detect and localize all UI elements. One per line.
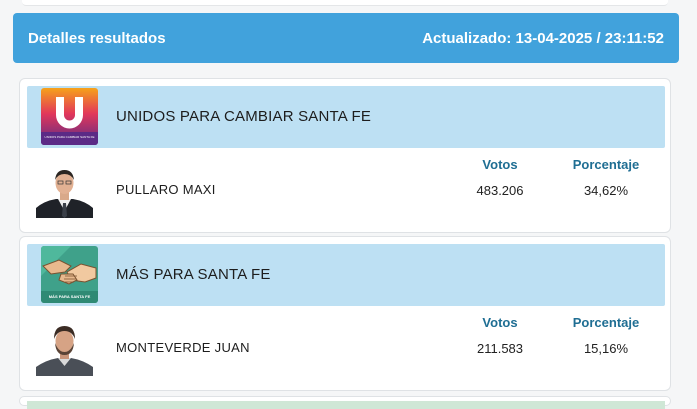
party-banner: UNIDOS PARA CAMBIAR SANTA FE UNIDOS PARA… [27, 86, 665, 148]
votes-value: 211.583 [476, 341, 524, 356]
header-title: Detalles resultados [28, 29, 166, 47]
candidate-name: PULLARO MAXI [116, 182, 216, 197]
handshake-logo-icon: MÁS PARA SANTA FE [41, 246, 98, 303]
percent-header: Porcentaje [572, 157, 640, 172]
last-updated: Actualizado: 13-04-2025 / 23:11:52 [422, 29, 664, 47]
candidate-name: MONTEVERDE JUAN [116, 340, 250, 355]
percent-value: 34,62% [583, 183, 629, 198]
handshake-logo-text: MÁS PARA SANTA FE [48, 294, 91, 299]
next-party-banner [27, 401, 665, 409]
percent-header: Porcentaje [572, 315, 640, 330]
result-card: MÁS PARA SANTA FE MÁS PARA SANTA FE MONT… [19, 236, 671, 391]
party-banner: MÁS PARA SANTA FE MÁS PARA SANTA FE [27, 244, 665, 306]
next-result-card [19, 396, 671, 409]
previous-card-edge [22, 0, 668, 6]
candidate-photo [36, 319, 93, 376]
votes-header: Votos [482, 157, 518, 172]
votes-header: Votos [482, 315, 518, 330]
unidos-logo-text: UNIDOS PARA CAMBIAR SANTA FE [44, 135, 95, 139]
party-name: UNIDOS PARA CAMBIAR SANTA FE [116, 108, 372, 125]
party-name: MÁS PARA SANTA FE [116, 266, 271, 283]
result-card: UNIDOS PARA CAMBIAR SANTA FE UNIDOS PARA… [19, 78, 671, 233]
candidate-photo [36, 161, 93, 218]
percent-value: 15,16% [583, 341, 629, 356]
unidos-logo-icon: UNIDOS PARA CAMBIAR SANTA FE [41, 88, 98, 145]
results-header: Detalles resultados Actualizado: 13-04-2… [13, 13, 679, 63]
votes-value: 483.206 [476, 183, 524, 198]
